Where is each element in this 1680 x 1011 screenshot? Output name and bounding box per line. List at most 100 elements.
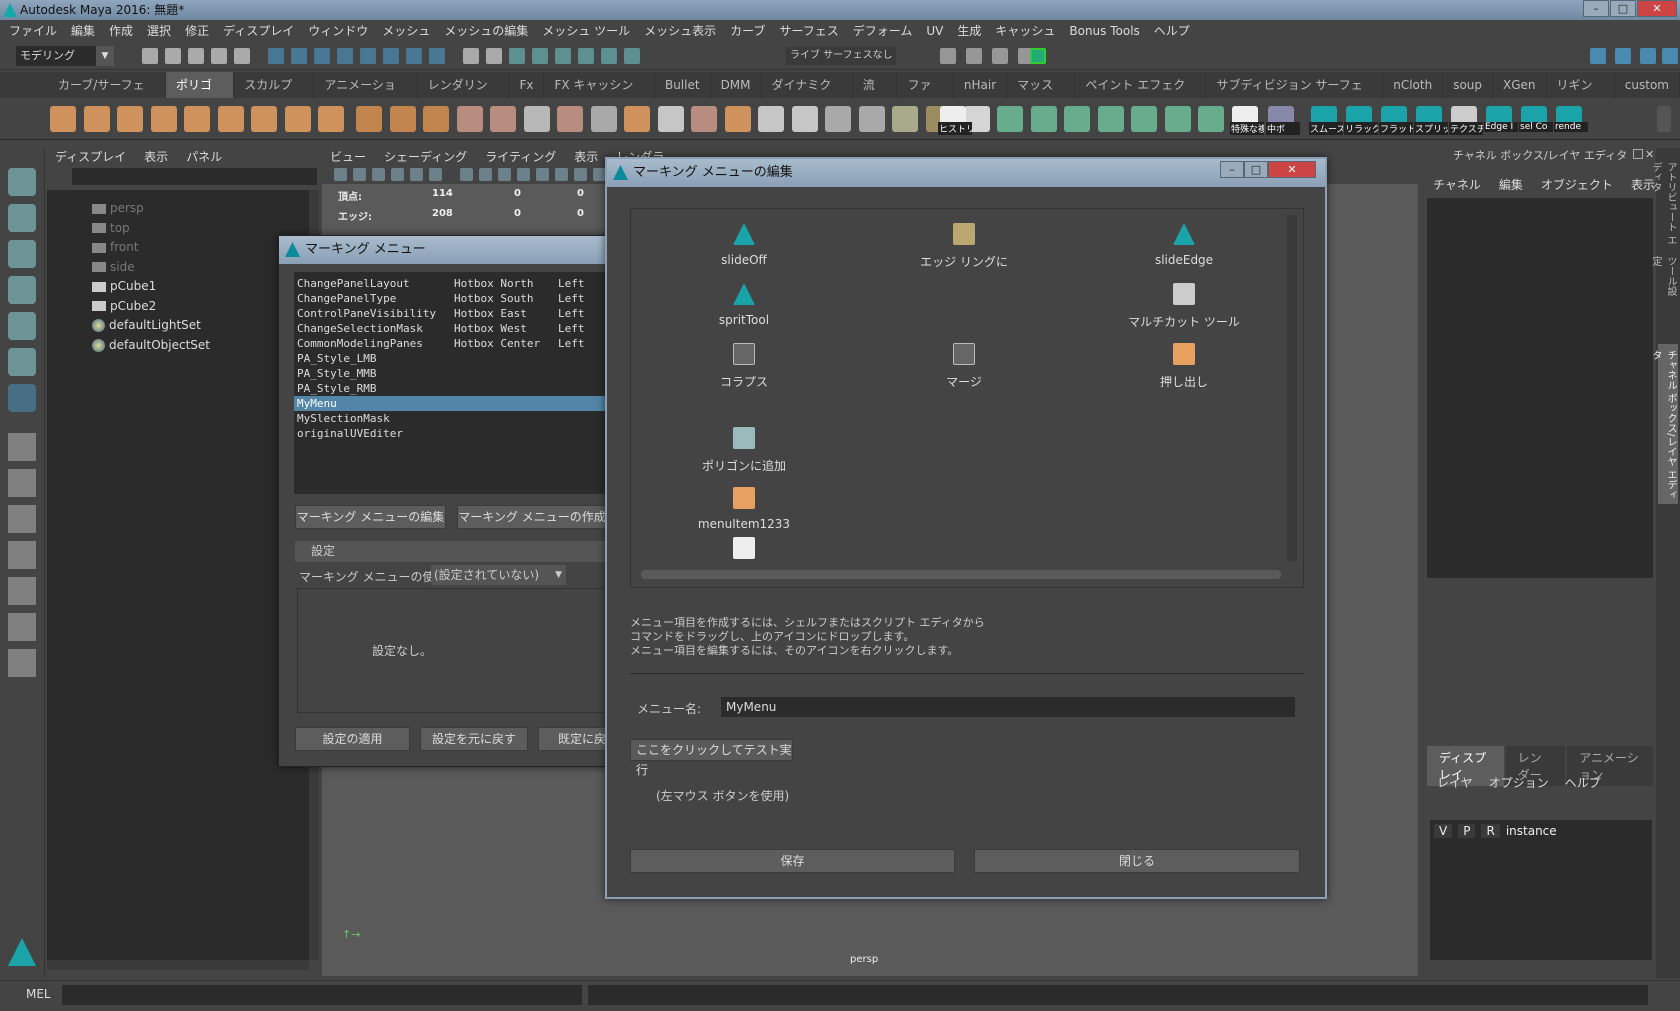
status-tool-icon[interactable] — [624, 48, 640, 64]
menu-item[interactable]: spritTool — [664, 283, 824, 327]
ipr-render-icon[interactable] — [1030, 48, 1046, 64]
outliner-item[interactable]: front — [92, 238, 139, 257]
layout-icon[interactable] — [1590, 48, 1606, 64]
menu-11[interactable]: カーブ — [730, 20, 765, 42]
status-tool-icon[interactable] — [142, 48, 158, 64]
two-view-icon[interactable] — [8, 505, 36, 533]
shelf-tool-icon[interactable] — [356, 106, 382, 132]
menu-17[interactable]: Bonus Tools — [1069, 20, 1139, 42]
outliner-item[interactable]: defaultObjectSet — [92, 336, 210, 355]
shelf-tool-icon[interactable] — [456, 106, 483, 132]
menu-12[interactable]: サーフェス — [779, 20, 838, 42]
menu-item[interactable]: コラプス — [664, 343, 824, 390]
shelf-tool-icon[interactable] — [83, 106, 110, 132]
scale-tool-icon[interactable] — [8, 348, 36, 376]
menu-10[interactable]: メッシュ表示 — [644, 20, 716, 42]
shelf-tool-icon[interactable] — [318, 106, 344, 132]
status-tool-icon[interactable] — [509, 48, 525, 64]
layer-menu-0[interactable]: レイヤ — [1437, 774, 1473, 791]
visibility-toggle[interactable]: V — [1434, 824, 1453, 838]
status-tool-icon[interactable] — [429, 48, 445, 64]
menu-6[interactable]: ウィンドウ — [308, 20, 368, 42]
tab-shelf-16[interactable]: nCloth — [1383, 72, 1444, 98]
shelf-tool-icon[interactable] — [217, 106, 244, 132]
maximize-button[interactable]: □ — [1244, 161, 1268, 178]
grid-h-scrollbar[interactable] — [641, 570, 1281, 579]
grid-v-scrollbar[interactable] — [1287, 215, 1297, 561]
render-icon[interactable] — [992, 48, 1008, 64]
menu-13[interactable]: デフォーム — [853, 20, 913, 42]
tab-channel-box[interactable]: チャネル ボックス/レイヤ エディタ — [1650, 344, 1678, 504]
playback-toggle[interactable]: P — [1458, 824, 1476, 838]
outliner-item[interactable]: pCube2 — [92, 297, 156, 316]
viewport-tool-icon[interactable] — [555, 168, 568, 181]
menu-item[interactable]: エッジ リングに — [884, 223, 1044, 270]
status-tool-icon[interactable] — [337, 48, 353, 64]
select-tool-icon[interactable] — [8, 168, 36, 196]
status-tool-icon[interactable] — [383, 48, 399, 64]
menu-item[interactable]: マルチカット ツール — [1104, 283, 1264, 330]
paint-select-icon[interactable] — [8, 240, 36, 268]
shelf-tool-icon[interactable] — [1131, 106, 1157, 132]
shelf-tool-icon[interactable] — [557, 106, 583, 132]
shelf-tool-icon[interactable] — [50, 106, 76, 132]
outliner-filter-input[interactable] — [72, 168, 317, 185]
viewport-tool-icon[interactable] — [536, 168, 549, 181]
marking-menu-row[interactable]: ControlPaneVisibility Hotbox East Left — [294, 306, 624, 321]
shelf-tool-icon[interactable] — [117, 106, 143, 132]
status-tool-icon[interactable] — [268, 48, 284, 64]
tab-shelf-6[interactable]: FX キャッシング — [544, 72, 655, 118]
close-dialog-button[interactable]: 閉じる — [974, 849, 1300, 873]
shelf-tool-icon[interactable] — [1097, 106, 1124, 132]
tab-shelf-8[interactable]: DMM — [711, 72, 762, 98]
layout-icon[interactable] — [8, 613, 36, 641]
outliner-h-scrollbar[interactable] — [47, 960, 309, 970]
menu-7[interactable]: メッシュ — [382, 20, 430, 42]
shelf-tool-icon[interactable] — [1164, 106, 1191, 132]
mel-label[interactable]: MEL — [26, 987, 51, 1001]
settings-header[interactable]: 設定 — [295, 541, 625, 562]
tab-attribute-editor[interactable]: アトリビュート エディタ — [1650, 156, 1678, 246]
shelf-tool-icon[interactable] — [892, 106, 918, 132]
tab-shelf-15[interactable]: サブディビジョン サーフェス — [1206, 72, 1384, 118]
layout-icon[interactable] — [8, 541, 36, 569]
tab-tool-settings[interactable]: ツール設定 — [1650, 250, 1678, 300]
menu-item[interactable]: ポリゴンに追加 — [664, 427, 824, 474]
test-run-button[interactable]: ここをクリックしてテスト実行 — [630, 739, 793, 777]
status-tool-icon[interactable] — [188, 48, 204, 64]
status-tool-icon[interactable] — [291, 48, 307, 64]
manipulator-icon[interactable] — [8, 384, 36, 412]
outliner-item[interactable]: persp — [92, 199, 144, 218]
menu-8[interactable]: メッシュの編集 — [444, 20, 528, 42]
render-icon[interactable] — [966, 48, 982, 64]
status-tool-icon[interactable] — [532, 48, 548, 64]
create-marking-menu-button[interactable]: マーキング メニューの作成 — [457, 505, 607, 529]
live-surface-field[interactable]: ライブ サーフェスなし — [786, 47, 896, 65]
tab-shelf-4[interactable]: レンダリング — [418, 72, 510, 118]
tab-shelf-18[interactable]: XGen — [1493, 72, 1547, 98]
marking-menu-row[interactable]: MyMenu — [294, 396, 624, 411]
status-tool-icon[interactable] — [165, 48, 181, 64]
shelf-tool-icon[interactable] — [490, 106, 516, 132]
tab-shelf-11[interactable]: ファー — [897, 72, 954, 118]
marking-menu-row[interactable]: PA_Style_RMB — [294, 381, 624, 396]
menu-4[interactable]: 修正 — [185, 20, 209, 42]
tab-shelf-2[interactable]: スカルプト — [234, 72, 315, 118]
menu-1[interactable]: 編集 — [71, 20, 95, 42]
apply-settings-button[interactable]: 設定の適用 — [295, 727, 410, 751]
status-tool-icon[interactable] — [463, 48, 479, 64]
marking-menu-row[interactable]: CommonModelingPanes Hotbox Center Left — [294, 336, 624, 351]
marking-menu-row[interactable]: PA_Style_MMB — [294, 366, 624, 381]
viewport-tool-icon[interactable] — [353, 168, 366, 181]
channel-menu-2[interactable]: オブジェクト — [1541, 176, 1613, 193]
single-view-icon[interactable] — [8, 433, 36, 461]
tab-shelf-9[interactable]: ダイナミクス — [762, 72, 853, 118]
menu-3[interactable]: 選択 — [147, 20, 171, 42]
layer-menu-1[interactable]: オプション — [1489, 774, 1549, 791]
layer-row[interactable]: V P R instance — [1434, 824, 1557, 838]
status-tool-icon[interactable] — [314, 48, 330, 64]
shelf-tool-icon[interactable] — [184, 106, 210, 132]
shelf-tool-icon[interactable] — [251, 106, 277, 132]
outliner-item[interactable]: defaultLightSet — [92, 316, 201, 335]
tab-shelf-13[interactable]: マッスル — [1007, 72, 1076, 118]
